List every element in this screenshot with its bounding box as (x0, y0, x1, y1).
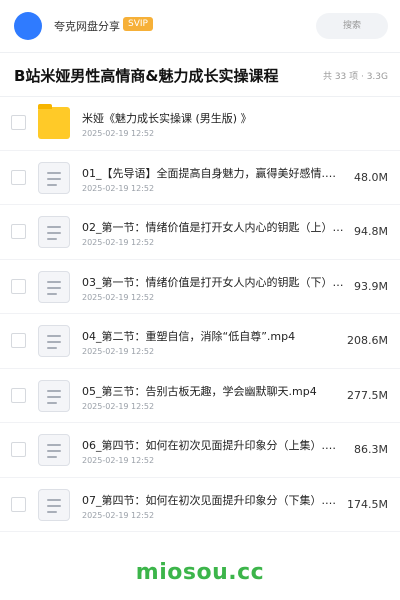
brand-name: 夸克网盘分享 (54, 20, 120, 33)
file-size: 86.3M (354, 443, 388, 456)
select-checkbox[interactable] (11, 224, 26, 239)
list-item[interactable]: 06_第四节：如何在初次见面提升印象分（上集）.mp4 2025-02-19 12… (0, 423, 400, 478)
document-icon (38, 434, 70, 466)
select-checkbox[interactable] (11, 115, 26, 130)
svip-badge: SVIP (123, 17, 153, 31)
avatar[interactable] (14, 12, 42, 40)
document-icon (38, 379, 70, 412)
file-date: 2025-02-19 12:52 (82, 238, 155, 247)
file-size: 48.0M (354, 170, 388, 184)
search-input[interactable]: 搜索 (316, 13, 388, 39)
file-name[interactable]: 米娅《魅力成长实操课 (男生版) 》 (82, 110, 344, 126)
item-count: 共 33 项 · 3.3G (322, 72, 388, 82)
file-size: 277.5M (347, 388, 388, 402)
file-name[interactable]: 06_第四节：如何在初次见面提升印象分（上集）.mp4 (82, 437, 344, 453)
list-item[interactable]: 07_第四节：如何在初次见面提升印象分（下集）.mp4 2025-02-19 12… (0, 478, 400, 532)
file-name[interactable]: 02_第一节：情绪价值是打开女人内心的钥匙（上）.mp4 (82, 219, 344, 235)
select-checkbox[interactable] (11, 496, 26, 512)
watermark: miosou.cc (135, 560, 265, 585)
file-date: 2025-02-19 12:52 (82, 510, 155, 520)
file-date: 2025-02-19 12:52 (82, 129, 155, 138)
document-icon (38, 216, 70, 248)
share-header: B站米娅男性高情商&魅力成长实操课程 共 33 项 · 3.3G (0, 52, 400, 97)
document-icon (38, 488, 70, 521)
list-item[interactable]: 03_第一节：情绪价值是打开女人内心的钥匙（下）.mp4 2025-02-19 1… (0, 260, 400, 314)
share-page: 夸克网盘分享 SVIP 搜索 B站米娅男性高情商&魅力成长实操课程 共 33 项… (0, 0, 400, 600)
document-icon (38, 270, 70, 303)
top-bar: 夸克网盘分享 SVIP 搜索 (0, 0, 400, 53)
file-name[interactable]: 03_第一节：情绪价值是打开女人内心的钥匙（下）.mp4 (82, 274, 344, 290)
list-item[interactable]: 05_第三节：告别古板无趣，学会幽默聊天.mp4 2025-02-19 12:52… (0, 369, 400, 423)
file-name[interactable]: 04_第二节：重塑自信，消除“低自尊”.mp4 (82, 328, 344, 344)
file-date: 2025-02-19 12:52 (82, 401, 155, 411)
document-icon (38, 325, 70, 357)
file-date: 2025-02-19 12:52 (82, 183, 155, 193)
select-checkbox[interactable] (11, 169, 26, 185)
list-item[interactable]: 02_第一节：情绪价值是打开女人内心的钥匙（上）.mp4 2025-02-19 1… (0, 205, 400, 260)
list-item[interactable]: 04_第二节：重塑自信，消除“低自尊”.mp4 2025-02-19 12:52 2… (0, 314, 400, 369)
file-size: 208.6M (347, 334, 388, 347)
list-item[interactable]: 01_【先导语】全面提高自身魅力，赢得美好感情.mp4 2025-02-19 12… (0, 151, 400, 205)
file-name[interactable]: 07_第四节：如何在初次见面提升印象分（下集）.mp4 (82, 492, 344, 508)
file-date: 2025-02-19 12:52 (82, 292, 155, 302)
select-checkbox[interactable] (11, 387, 26, 403)
file-date: 2025-02-19 12:52 (82, 456, 155, 465)
file-size: 94.8M (354, 225, 388, 238)
file-size: 174.5M (347, 497, 388, 511)
select-checkbox[interactable] (11, 442, 26, 457)
file-size: 93.9M (354, 279, 388, 293)
file-list: 米娅《魅力成长实操课 (男生版) 》 2025-02-19 12:52 01_【先导… (0, 96, 400, 532)
list-item[interactable]: 米娅《魅力成长实操课 (男生版) 》 2025-02-19 12:52 (0, 96, 400, 151)
file-date: 2025-02-19 12:52 (82, 347, 155, 356)
file-name[interactable]: 01_【先导语】全面提高自身魅力，赢得美好感情.mp4 (82, 165, 344, 181)
file-name[interactable]: 05_第三节：告别古板无趣，学会幽默聊天.mp4 (82, 383, 344, 399)
select-checkbox[interactable] (11, 333, 26, 348)
document-icon (38, 161, 70, 194)
folder-icon (38, 104, 70, 139)
select-checkbox[interactable] (11, 278, 26, 294)
page-title: B站米娅男性高情商&魅力成长实操课程 (14, 67, 279, 85)
